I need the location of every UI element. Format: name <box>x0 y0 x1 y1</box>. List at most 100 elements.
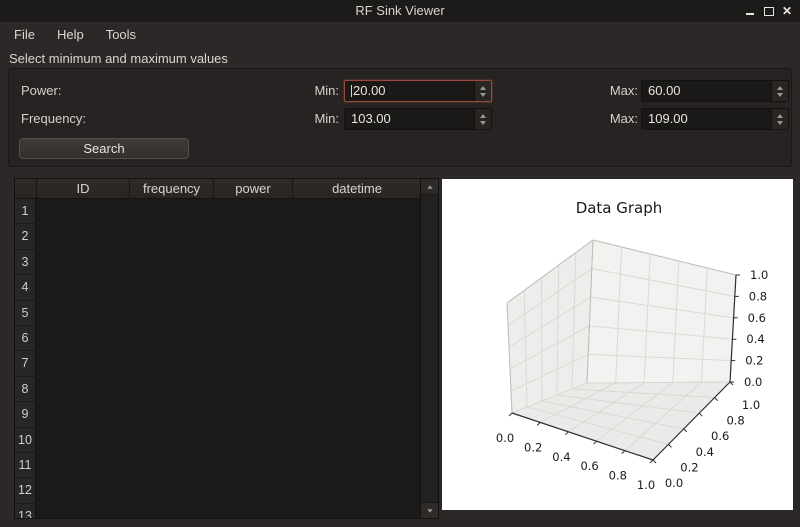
column-header-frequency[interactable]: frequency <box>130 179 214 199</box>
3d-axes-box <box>507 240 740 463</box>
table-corner-cell[interactable] <box>15 179 37 199</box>
menu-help[interactable]: Help <box>53 25 88 44</box>
scroll-up-icon <box>427 185 432 189</box>
spin-down-icon[interactable] <box>480 93 486 97</box>
column-header-id[interactable]: ID <box>37 179 130 199</box>
tick-label: 0.6 <box>748 311 766 325</box>
tick-label: 0.0 <box>744 375 762 389</box>
row-header[interactable]: 10 <box>15 428 36 453</box>
row-header[interactable]: 4 <box>15 275 36 300</box>
menu-tools[interactable]: Tools <box>102 25 140 44</box>
table-row[interactable]: 13 <box>15 504 421 518</box>
minimize-icon <box>746 13 754 15</box>
spin-up-icon[interactable] <box>777 86 783 90</box>
window-title: RF Sink Viewer <box>0 0 800 22</box>
menubar: File Help Tools <box>0 22 800 46</box>
table-row-cells <box>36 453 421 478</box>
table-row[interactable]: 7 <box>15 351 421 376</box>
minimize-button[interactable] <box>742 0 758 22</box>
spin-up-icon[interactable] <box>480 86 486 90</box>
frequency-min-value: 103.00 <box>351 109 391 129</box>
menu-file[interactable]: File <box>10 25 39 44</box>
close-button[interactable]: ✕ <box>779 0 795 22</box>
chart-title: Data Graph <box>576 199 663 217</box>
column-header-power[interactable]: power <box>214 179 293 199</box>
tick-label: 1.0 <box>750 268 768 282</box>
table-row-cells <box>36 504 421 518</box>
power-max-spinbox[interactable]: 60.00 <box>641 80 789 102</box>
tick-label: 1.0 <box>637 478 655 492</box>
spin-down-icon[interactable] <box>777 93 783 97</box>
table-row[interactable]: 2 <box>15 224 421 249</box>
row-header[interactable]: 9 <box>15 402 36 427</box>
tick-label: 0.2 <box>680 460 698 474</box>
row-header[interactable]: 2 <box>15 224 36 249</box>
tick-label: 0.0 <box>665 476 683 490</box>
tick-label: 0.4 <box>552 450 570 464</box>
results-table: ID frequency power datetime 123456789101… <box>14 178 439 519</box>
frequency-label: Frequency: <box>21 108 86 130</box>
table-row[interactable]: 11 <box>15 453 421 478</box>
scroll-down-icon <box>427 509 432 513</box>
spin-up-icon[interactable] <box>480 114 486 118</box>
tick-label: 0.8 <box>609 469 627 483</box>
table-row[interactable]: 6 <box>15 326 421 351</box>
power-min-spinbox[interactable]: 20.00 <box>344 80 492 102</box>
frequency-min-label: Min: <box>307 108 339 130</box>
row-header[interactable]: 8 <box>15 377 36 402</box>
row-header[interactable]: 1 <box>15 199 36 224</box>
tick-label: 0.6 <box>580 459 598 473</box>
frequency-max-value: 109.00 <box>648 109 688 129</box>
app-window: RF Sink Viewer ✕ File Help Tools Select … <box>0 0 800 527</box>
table-row[interactable]: 10 <box>15 428 421 453</box>
text-cursor <box>351 85 352 97</box>
spin-up-icon[interactable] <box>777 114 783 118</box>
scroll-up-button[interactable] <box>421 179 438 195</box>
table-row[interactable]: 12 <box>15 478 421 503</box>
power-min-label: Min: <box>307 80 339 102</box>
table-row[interactable]: 3 <box>15 250 421 275</box>
table-row-cells <box>36 377 421 402</box>
power-min-value: 20.00 <box>351 81 386 101</box>
row-header[interactable]: 11 <box>15 453 36 478</box>
row-header[interactable]: 6 <box>15 326 36 351</box>
tick-label: 0.0 <box>496 431 514 445</box>
groupbox-title: Select minimum and maximum values <box>9 51 228 66</box>
power-label: Power: <box>21 80 61 102</box>
table-row-cells <box>36 199 421 224</box>
table-row[interactable]: 1 <box>15 199 421 224</box>
row-header[interactable]: 3 <box>15 250 36 275</box>
frequency-row: Frequency: Min: 103.00 Max: 109.00 <box>9 108 791 130</box>
3d-plot: 0.00.00.00.20.20.20.40.40.40.60.60.60.80… <box>442 179 793 510</box>
table-row[interactable]: 9 <box>15 402 421 427</box>
vertical-scrollbar[interactable] <box>420 179 438 518</box>
frequency-min-spinner[interactable] <box>474 109 491 129</box>
power-max-label: Max: <box>606 80 638 102</box>
table-row[interactable]: 5 <box>15 301 421 326</box>
table-row-cells <box>36 275 421 300</box>
frequency-max-spinner[interactable] <box>771 109 788 129</box>
power-max-spinner[interactable] <box>771 81 788 101</box>
table-row[interactable]: 8 <box>15 377 421 402</box>
table-row-cells <box>36 402 421 427</box>
row-header[interactable]: 13 <box>15 504 36 518</box>
table-row-cells <box>36 326 421 351</box>
graph-panel: 0.00.00.00.20.20.20.40.40.40.60.60.60.80… <box>442 179 793 510</box>
row-header[interactable]: 12 <box>15 478 36 503</box>
table-row-cells <box>36 301 421 326</box>
tick-label: 0.6 <box>711 429 729 443</box>
frequency-max-spinbox[interactable]: 109.00 <box>641 108 789 130</box>
spin-down-icon[interactable] <box>777 121 783 125</box>
row-header[interactable]: 5 <box>15 301 36 326</box>
table-row-cells <box>36 250 421 275</box>
power-min-spinner[interactable] <box>474 81 491 101</box>
maximize-button[interactable] <box>761 0 777 22</box>
search-button[interactable]: Search <box>19 138 189 159</box>
column-header-datetime[interactable]: datetime <box>293 179 421 199</box>
scroll-down-button[interactable] <box>421 502 438 518</box>
row-header[interactable]: 7 <box>15 351 36 376</box>
tick-label: 0.2 <box>524 440 542 454</box>
frequency-min-spinbox[interactable]: 103.00 <box>344 108 492 130</box>
spin-down-icon[interactable] <box>480 121 486 125</box>
table-row[interactable]: 4 <box>15 275 421 300</box>
